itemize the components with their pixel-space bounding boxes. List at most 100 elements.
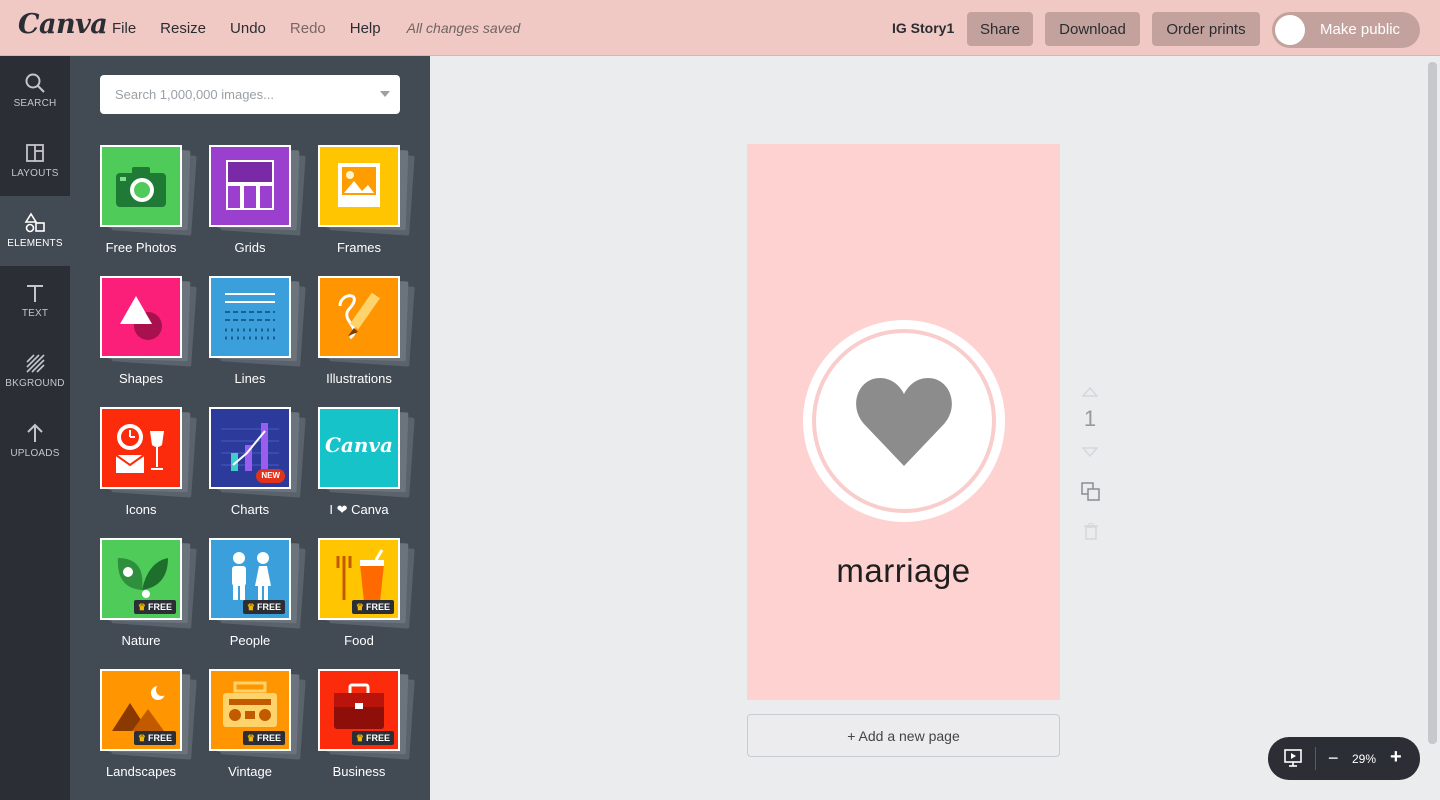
tile-icons[interactable]: Icons <box>100 407 210 532</box>
nav-background[interactable]: BKGROUND <box>0 336 70 406</box>
tile-food[interactable]: ♛ FREE Food <box>318 538 428 663</box>
zoom-in-button[interactable]: + <box>1390 746 1402 769</box>
design-page[interactable]: marriage <box>747 144 1060 700</box>
free-badge: ♛ FREE <box>242 731 285 745</box>
tile-label: Business <box>332 764 386 779</box>
top-bar: Canva File Resize Undo Redo Help All cha… <box>0 0 1440 56</box>
nav-elements[interactable]: ELEMENTS <box>0 196 70 266</box>
nav-search[interactable]: SEARCH <box>0 56 70 126</box>
clock-icon <box>100 407 182 489</box>
pencil-icon <box>318 276 400 358</box>
tile-people[interactable]: ♛ FREE People <box>209 538 319 663</box>
tile-grids[interactable]: Grids <box>209 145 319 270</box>
tile-label: Grids <box>234 240 266 255</box>
menu-resize[interactable]: Resize <box>148 20 218 37</box>
nav-label: SEARCH <box>13 98 57 109</box>
canva-brand-icon: Canva <box>318 407 400 489</box>
order-prints-button[interactable]: Order prints <box>1152 12 1260 46</box>
elements-icon <box>24 212 45 233</box>
share-button[interactable]: Share <box>967 12 1033 46</box>
people-icon: ♛ FREE <box>209 538 291 620</box>
free-badge-label: FREE <box>256 733 281 743</box>
shapes-icon <box>100 276 182 358</box>
tile-label: Illustrations <box>326 371 392 386</box>
image-search-input[interactable]: Search 1,000,000 images... <box>100 75 400 114</box>
tile-shapes[interactable]: Shapes <box>100 276 210 401</box>
leaf-icon: ♛ FREE <box>100 538 182 620</box>
duplicate-page-icon[interactable] <box>1081 482 1101 502</box>
radio-icon: ♛ FREE <box>209 669 291 751</box>
tile-label: Landscapes <box>105 764 177 779</box>
nav-text[interactable]: TEXT <box>0 266 70 336</box>
camera-icon <box>100 145 182 227</box>
tile-business[interactable]: ♛ FREE Business <box>318 669 428 794</box>
free-badge: ♛ FREE <box>133 731 176 745</box>
free-badge-label: FREE <box>365 733 390 743</box>
upload-icon <box>27 423 43 442</box>
tile-illustrations[interactable]: Illustrations <box>318 276 428 401</box>
tile-landscapes[interactable]: ♛ FREE Landscapes <box>100 669 210 794</box>
tile-label: Vintage <box>228 764 272 779</box>
nav-layouts[interactable]: LAYOUTS <box>0 126 70 196</box>
tile-free-photos[interactable]: Free Photos <box>100 145 210 270</box>
move-page-up-icon[interactable] <box>1082 386 1098 398</box>
make-public-label: Make public <box>1320 21 1401 38</box>
nav-label: LAYOUTS <box>11 168 59 179</box>
move-page-down-icon[interactable] <box>1082 446 1098 458</box>
tile-nature[interactable]: ♛ FREE Nature <box>100 538 210 663</box>
download-button[interactable]: Download <box>1045 12 1140 46</box>
tile-lines[interactable]: Lines <box>209 276 319 401</box>
canva-wordmark: Canva <box>325 433 393 457</box>
layouts-icon <box>26 144 44 162</box>
grid-icon <box>209 145 291 227</box>
menu-undo[interactable]: Undo <box>218 20 278 37</box>
design-title[interactable]: IG Story1 <box>892 20 954 36</box>
tile-label: Lines <box>234 371 266 386</box>
briefcase-icon: ♛ FREE <box>318 669 400 751</box>
landscape-icon: ♛ FREE <box>100 669 182 751</box>
heart-icon[interactable] <box>854 376 954 468</box>
tile-label: Food <box>344 633 374 648</box>
tile-charts[interactable]: NEW Charts <box>209 407 319 532</box>
menu-redo[interactable]: Redo <box>278 20 338 37</box>
save-status: All changes saved <box>406 20 521 36</box>
free-badge: ♛ FREE <box>351 600 394 614</box>
text-icon <box>27 285 43 302</box>
search-icon <box>25 73 45 93</box>
add-page-button[interactable]: + Add a new page <box>747 714 1060 757</box>
nav-label: ELEMENTS <box>7 238 63 249</box>
menu-help[interactable]: Help <box>338 20 393 37</box>
tile-label: Shapes <box>118 371 164 386</box>
zoom-level[interactable]: 29% <box>1352 752 1376 766</box>
crown-icon: ♛ <box>246 602 255 612</box>
zoom-out-button[interactable]: − <box>1328 748 1339 769</box>
background-icon <box>26 354 45 373</box>
crown-icon: ♛ <box>137 733 146 743</box>
left-nav: SEARCH LAYOUTS ELEMENTS TEXT BKGROUND UP… <box>0 56 70 800</box>
free-badge-label: FREE <box>147 602 172 612</box>
frame-icon <box>318 145 400 227</box>
canva-logo[interactable]: Canva <box>18 9 108 40</box>
lines-icon <box>209 276 291 358</box>
toggle-knob <box>1275 15 1305 45</box>
free-badge-label: FREE <box>365 602 390 612</box>
menu-file[interactable]: File <box>100 20 148 37</box>
delete-page-icon[interactable] <box>1084 523 1098 540</box>
make-public-toggle[interactable]: Make public <box>1272 12 1420 48</box>
dropdown-caret-icon[interactable] <box>380 91 390 97</box>
main-menu: File Resize Undo Redo Help All changes s… <box>100 0 520 56</box>
nav-uploads[interactable]: UPLOADS <box>0 406 70 476</box>
chart-icon: NEW <box>209 407 291 489</box>
nav-label: UPLOADS <box>10 448 60 459</box>
page-text[interactable]: marriage <box>747 552 1060 590</box>
tile-i-love-canva[interactable]: Canva I ❤ Canva <box>318 407 428 532</box>
tile-frames[interactable]: Frames <box>318 145 428 270</box>
tile-label: Free Photos <box>105 240 177 255</box>
free-badge-label: FREE <box>147 733 172 743</box>
tile-vintage[interactable]: ♛ FREE Vintage <box>209 669 319 794</box>
crown-icon: ♛ <box>246 733 255 743</box>
tile-label: Icons <box>125 502 157 517</box>
present-icon[interactable] <box>1283 748 1303 768</box>
canvas-scrollbar[interactable] <box>1428 62 1437 744</box>
crown-icon: ♛ <box>355 602 364 612</box>
